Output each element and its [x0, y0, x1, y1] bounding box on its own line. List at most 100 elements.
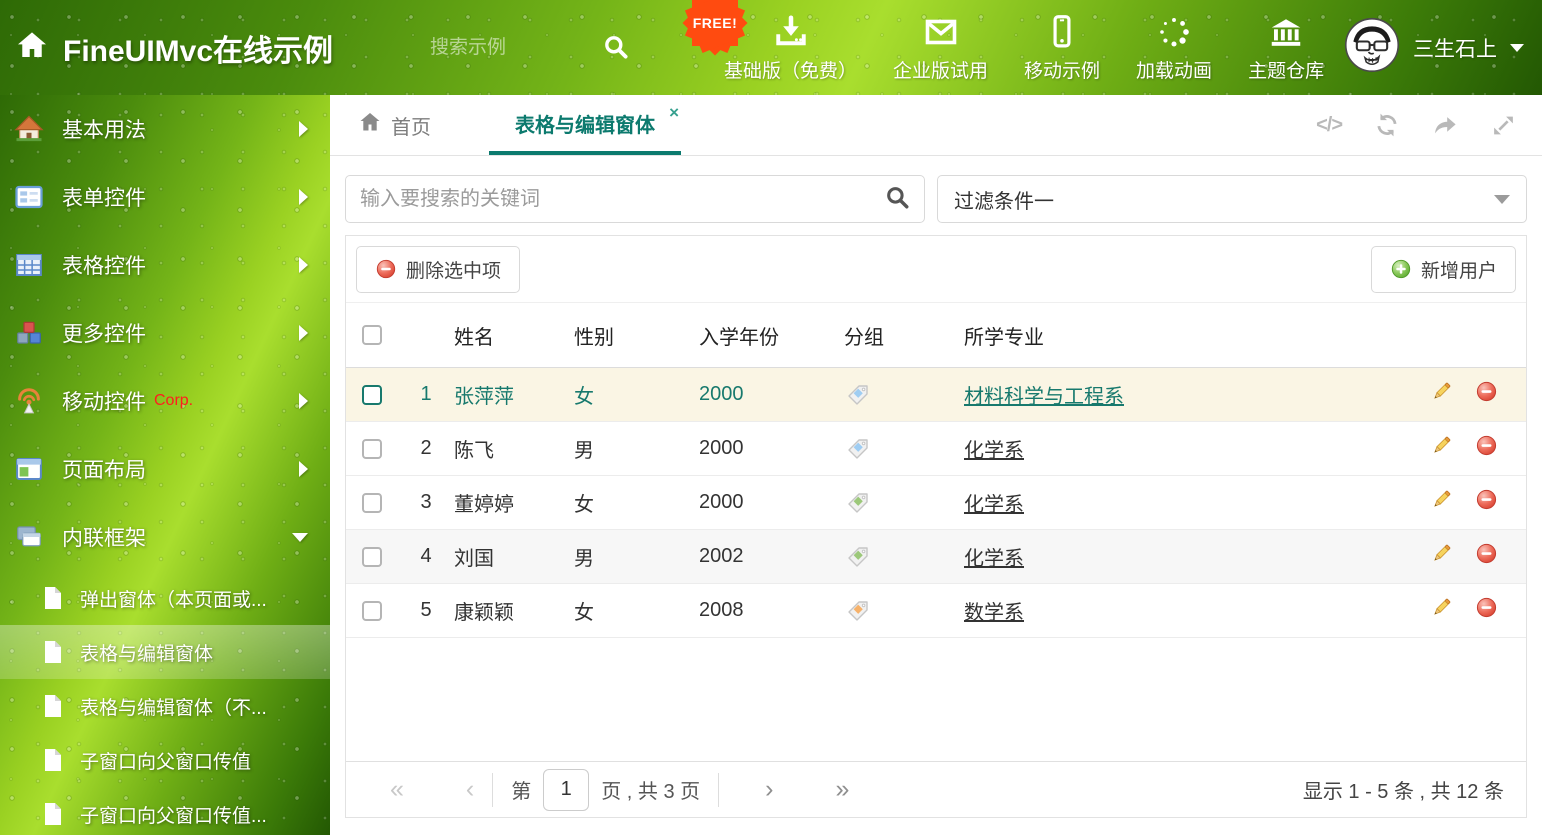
delete-icon[interactable] — [1475, 434, 1498, 463]
delete-icon[interactable] — [1475, 380, 1498, 409]
search-icon[interactable] — [602, 33, 629, 65]
header-search-input[interactable] — [430, 37, 590, 59]
cell-name: 董婷婷 — [454, 488, 574, 517]
chevron-down-icon — [292, 533, 308, 542]
keyword-search[interactable] — [345, 175, 925, 223]
row-checkbox[interactable] — [362, 601, 382, 621]
edit-icon[interactable] — [1430, 596, 1453, 625]
table-row[interactable]: 5 康颖颖 女 2008 数学系 — [346, 584, 1526, 638]
chevron-right-icon — [299, 393, 308, 409]
last-page-icon[interactable]: » — [835, 777, 849, 802]
sidebar-subitem-label: 子窗口向父窗口传值... — [80, 801, 267, 828]
header-search[interactable] — [430, 0, 600, 95]
nav-item-theme-repo[interactable]: 主题仓库 — [1248, 12, 1324, 83]
user-menu[interactable]: 三生石上 — [1344, 0, 1524, 95]
brand[interactable]: FineUIMvc在线示例 — [16, 0, 333, 95]
first-page-icon[interactable]: « — [390, 777, 404, 802]
page-number-input[interactable] — [543, 769, 589, 811]
sidebar-item-more-controls[interactable]: 更多控件 — [0, 299, 330, 367]
nav-item-basic-edition[interactable]: 基础版（免费） — [724, 12, 857, 83]
sidebar-subitem-popup-window[interactable]: 弹出窗体（本页面或... — [0, 571, 330, 625]
sidebar-item-label: 表单控件 — [62, 182, 146, 212]
sidebar-subitem-grid-edit-window-alt[interactable]: 表格与编辑窗体（不... — [0, 679, 330, 733]
delete-icon[interactable] — [1475, 596, 1498, 625]
edit-icon[interactable] — [1430, 542, 1453, 571]
column-header: 分组 — [844, 321, 964, 350]
nav-item-label: 加载动画 — [1136, 56, 1212, 83]
sidebar-subitem-child-to-parent[interactable]: 子窗口向父窗口传值 — [0, 733, 330, 787]
home-icon — [14, 114, 44, 144]
sidebar-item-label: 表格控件 — [62, 250, 146, 280]
next-page-icon[interactable]: › — [765, 777, 773, 802]
sidebar-item-inline-frames[interactable]: 内联框架 — [0, 503, 330, 571]
add-user-label: 新增用户 — [1421, 256, 1497, 283]
keyword-search-input[interactable] — [360, 188, 884, 211]
table-row[interactable]: 3 董婷婷 女 2000 化学系 — [346, 476, 1526, 530]
download-icon — [773, 12, 809, 50]
tag-icon — [844, 383, 964, 407]
nav-item-loading-animation[interactable]: 加载动画 — [1136, 12, 1212, 83]
prev-page-icon[interactable]: ‹ — [466, 777, 474, 802]
nav-item-mobile-demo[interactable]: 移动示例 — [1024, 12, 1100, 83]
major-link[interactable]: 化学系 — [964, 440, 1024, 462]
cubes-icon — [14, 318, 44, 348]
edit-icon[interactable] — [1430, 434, 1453, 463]
filter-row: 过滤条件一 — [330, 156, 1542, 223]
nav-item-enterprise-trial[interactable]: 企业版试用 — [893, 12, 988, 83]
sidebar-item-label: 内联框架 — [62, 522, 146, 552]
delete-selected-button[interactable]: 删除选中项 — [356, 246, 520, 293]
expand-icon[interactable] — [1491, 113, 1516, 138]
add-user-button[interactable]: 新增用户 — [1371, 246, 1516, 293]
select-all-checkbox[interactable] — [362, 325, 382, 345]
nav-item-label: 移动示例 — [1024, 56, 1100, 83]
tab-grid-edit-window[interactable]: 表格与编辑窗体 × — [489, 95, 681, 155]
code-icon[interactable]: </> — [1316, 114, 1342, 137]
table-row[interactable]: 4 刘国 男 2002 化学系 — [346, 530, 1526, 584]
cell-name: 陈飞 — [454, 434, 574, 463]
filter-dropdown[interactable]: 过滤条件一 — [937, 175, 1527, 223]
tab-home[interactable]: 首页 — [358, 95, 431, 155]
refresh-icon[interactable] — [1374, 112, 1400, 138]
cell-gender: 女 — [574, 380, 699, 409]
cell-name: 康颖颖 — [454, 596, 574, 625]
sidebar-item-label: 更多控件 — [62, 318, 146, 348]
row-checkbox[interactable] — [362, 547, 382, 567]
cell-name: 张萍萍 — [454, 380, 574, 409]
sidebar-subitem-grid-edit-window[interactable]: 表格与编辑窗体 — [0, 625, 330, 679]
major-link[interactable]: 数学系 — [964, 602, 1024, 624]
page-suffix: 页 , 共 3 页 — [601, 775, 700, 804]
sidebar-subitem-child-to-parent-alt[interactable]: 子窗口向父窗口传值... — [0, 787, 330, 835]
sidebar-item-grid-controls[interactable]: 表格控件 — [0, 231, 330, 299]
avatar — [1344, 17, 1400, 78]
row-checkbox[interactable] — [362, 385, 382, 405]
row-checkbox[interactable] — [362, 493, 382, 513]
sidebar-item-basic-usage[interactable]: 基本用法 — [0, 95, 330, 163]
row-checkbox[interactable] — [362, 439, 382, 459]
grid-empty-space — [346, 638, 1526, 761]
share-icon[interactable] — [1432, 112, 1459, 139]
delete-icon[interactable] — [1475, 488, 1498, 517]
frames-icon — [14, 522, 44, 552]
delete-icon[interactable] — [1475, 542, 1498, 571]
major-link[interactable]: 化学系 — [964, 494, 1024, 516]
sidebar-item-mobile-controls[interactable]: 移动控件 Corp. — [0, 367, 330, 435]
pagination-bar: « ‹ 第 页 , 共 3 页 › » 显示 1 - 5 条 , 共 12 条 — [346, 761, 1526, 817]
major-link[interactable]: 化学系 — [964, 548, 1024, 570]
edit-icon[interactable] — [1430, 488, 1453, 517]
edit-icon[interactable] — [1430, 380, 1453, 409]
sidebar-item-page-layout[interactable]: 页面布局 — [0, 435, 330, 503]
search-icon[interactable] — [884, 184, 910, 215]
home-icon — [358, 110, 382, 140]
cell-year: 2000 — [699, 491, 844, 514]
close-icon[interactable]: × — [669, 104, 679, 121]
sidebar-subitem-label: 表格与编辑窗体（不... — [80, 693, 267, 720]
major-link[interactable]: 材料科学与工程系 — [964, 386, 1124, 408]
table-row[interactable]: 2 陈飞 男 2000 化学系 — [346, 422, 1526, 476]
table-row[interactable]: 1 张萍萍 女 2000 材料科学与工程系 — [346, 368, 1526, 422]
tag-icon — [844, 599, 964, 623]
row-index: 2 — [398, 437, 454, 460]
grid-panel: 删除选中项 新增用户 姓名 性别 入学年份 分组 所学专业 1 张萍萍 女 20… — [345, 235, 1527, 818]
spinner-icon — [1156, 12, 1192, 50]
cell-gender: 女 — [574, 596, 699, 625]
sidebar-item-form-controls[interactable]: 表单控件 — [0, 163, 330, 231]
